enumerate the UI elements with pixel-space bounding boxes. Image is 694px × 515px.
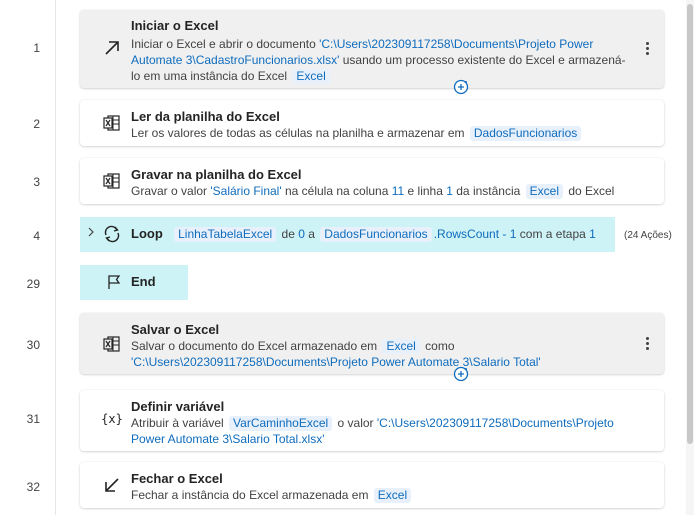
action-title: Fechar o Excel xyxy=(131,471,223,486)
variable-icon: {x} xyxy=(101,412,123,426)
action-description: Salvar o documento do Excel armazenado e… xyxy=(131,339,541,369)
loop-description: Loop LinhaTabelaExcel de 0 a DadosFuncio… xyxy=(131,226,596,242)
variable-token[interactable]: VarCaminhoExcel xyxy=(229,416,333,431)
variable-token[interactable]: Excel xyxy=(373,488,412,503)
add-action-icon[interactable] xyxy=(453,79,469,95)
end-block[interactable]: End xyxy=(80,265,188,300)
line-number: 32 xyxy=(26,480,40,494)
collapsed-actions-count: (24 Ações) xyxy=(624,230,672,241)
action-description: Iniciar o Excel e abrir o documento 'C:\… xyxy=(131,37,626,84)
line-number-gutter xyxy=(0,0,56,515)
line-number: 3 xyxy=(33,175,40,189)
chevron-right-icon[interactable] xyxy=(86,226,96,238)
action-title: Salvar o Excel xyxy=(131,322,220,337)
arrow-down-left-icon xyxy=(100,473,124,497)
line-number: 30 xyxy=(26,338,40,352)
scrollbar-thumb[interactable] xyxy=(687,4,693,444)
action-description: Gravar o valor 'Salário Final' na célula… xyxy=(131,184,615,199)
action-card-gravar-planilha[interactable]: Gravar na planilha do Excel Gravar o val… xyxy=(80,158,664,204)
action-card-salvar-excel[interactable]: Salvar o Excel Salvar o documento do Exc… xyxy=(80,313,664,382)
line-number: 4 xyxy=(33,229,40,243)
action-card-iniciar-excel[interactable]: Iniciar o Excel Iniciar o Excel e abrir … xyxy=(80,10,664,95)
vertical-scrollbar[interactable] xyxy=(686,0,694,515)
variable-token[interactable]: LinhaTabelaExcel xyxy=(174,227,277,242)
action-title: Loop xyxy=(131,226,163,241)
variable-token[interactable]: DadosFuncionarios xyxy=(320,227,432,242)
action-description: Atribuir à variável VarCaminhoExcel o va… xyxy=(131,416,614,446)
more-options-icon[interactable] xyxy=(640,38,654,58)
file-path-value: 'C:\Users\202309117258\Documents\Projeto… xyxy=(131,355,541,369)
variable-token[interactable]: Excel xyxy=(292,69,330,84)
variable-token[interactable]: Excel xyxy=(382,339,420,354)
excel-icon xyxy=(100,111,124,135)
more-options-icon[interactable] xyxy=(640,333,654,353)
action-card-ler-planilha[interactable]: Ler da planilha do Excel Ler os valores … xyxy=(80,100,664,146)
action-title: Ler da planilha do Excel xyxy=(131,109,280,124)
action-title: Iniciar o Excel xyxy=(131,18,219,33)
action-card-definir-variavel[interactable]: {x} Definir variável Atribuir à variável… xyxy=(80,390,664,451)
add-action-icon[interactable] xyxy=(453,366,469,382)
action-description: Fechar a instância do Excel armazenada e… xyxy=(131,487,634,503)
flag-icon xyxy=(104,272,124,292)
variable-token[interactable]: DadosFuncionarios xyxy=(469,126,582,141)
action-title: Gravar na planilha do Excel xyxy=(131,167,302,182)
loop-icon xyxy=(100,222,124,246)
excel-icon xyxy=(100,169,124,193)
variable-token[interactable]: Excel xyxy=(525,184,563,199)
line-number: 29 xyxy=(26,277,40,291)
loop-block[interactable]: Loop LinhaTabelaExcel de 0 a DadosFuncio… xyxy=(80,217,615,252)
action-description: Ler os valores de todas as células na pl… xyxy=(131,125,634,141)
action-title: Definir variável xyxy=(131,399,225,414)
line-number: 2 xyxy=(33,117,40,131)
action-title: End xyxy=(131,274,156,289)
line-number: 31 xyxy=(26,412,40,426)
arrow-up-right-icon xyxy=(100,36,124,60)
line-number: 1 xyxy=(33,41,40,55)
excel-icon xyxy=(100,332,124,356)
action-card-fechar-excel[interactable]: Fechar o Excel Fechar a instância do Exc… xyxy=(80,462,664,508)
